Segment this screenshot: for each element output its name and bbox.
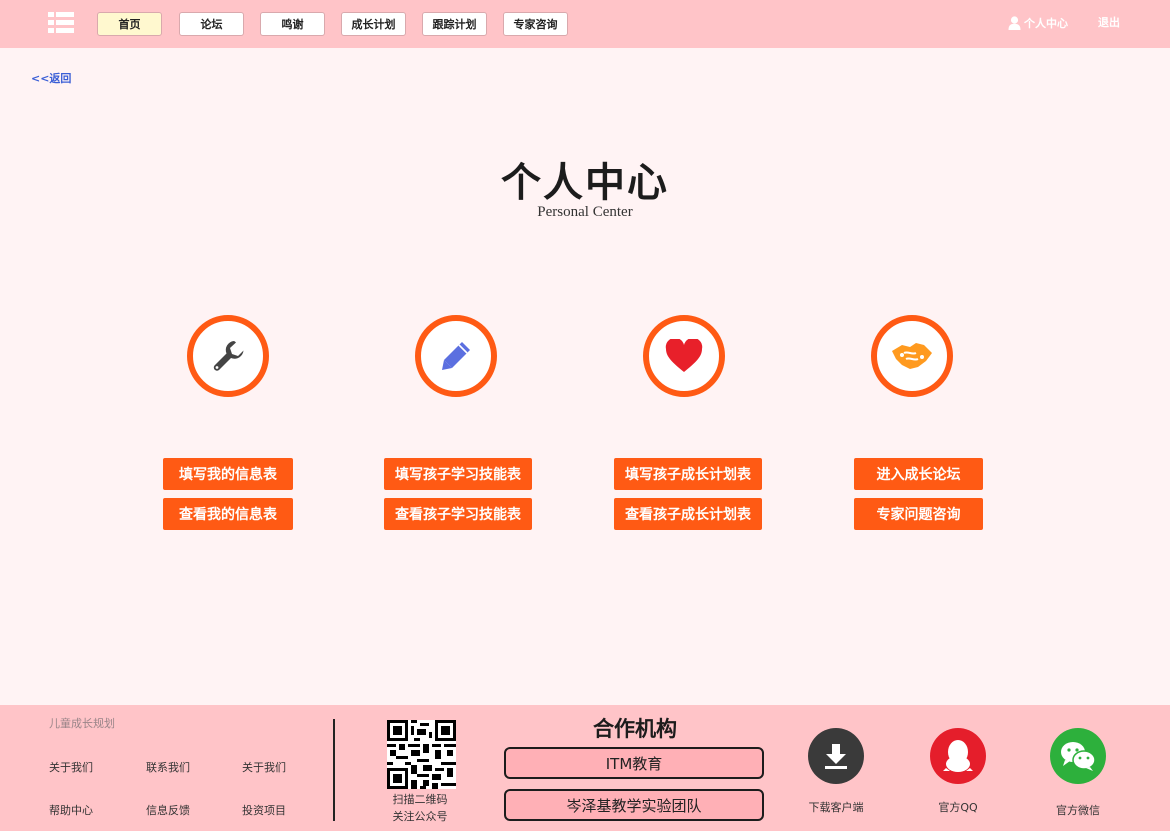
heart-icon xyxy=(665,339,703,372)
download-client-icon[interactable] xyxy=(808,728,864,784)
qr-code-icon xyxy=(387,720,456,789)
view-child-growth-plan-button[interactable]: 查看孩子成长计划表 xyxy=(614,498,762,530)
official-wechat-label[interactable]: 官方微信 xyxy=(1028,802,1128,818)
page-subtitle: Personal Center xyxy=(537,204,633,220)
forum-feature-circle xyxy=(871,315,953,397)
profile-feature-circle xyxy=(187,315,269,397)
fill-my-info-button[interactable]: 填写我的信息表 xyxy=(163,458,293,490)
footer-link-help[interactable]: 帮助中心 xyxy=(49,802,93,818)
download-client-label[interactable]: 下载客户端 xyxy=(786,799,886,815)
wrench-icon xyxy=(213,341,244,371)
user-center-link[interactable]: 个人中心 xyxy=(1008,14,1068,32)
nav-thanks[interactable]: 鸣谢 xyxy=(260,12,325,36)
growth-plan-feature-circle xyxy=(643,315,725,397)
official-qq-icon[interactable] xyxy=(930,728,986,784)
user-icon xyxy=(1008,16,1021,30)
nav-growth-plan[interactable]: 成长计划 xyxy=(341,12,406,36)
top-bar: 首页 论坛 鸣谢 成长计划 跟踪计划 专家咨询 个人中心 退出 xyxy=(0,0,1170,48)
view-my-info-button[interactable]: 查看我的信息表 xyxy=(163,498,293,530)
back-link[interactable]: <<返回 xyxy=(31,70,71,86)
page-title: 个人中心 xyxy=(501,160,669,206)
logout-link[interactable]: 退出 xyxy=(1098,14,1120,32)
footer-link-about[interactable]: 关于我们 xyxy=(49,759,93,775)
footer-link-feedback[interactable]: 信息反馈 xyxy=(146,802,190,818)
qr-caption-scan: 扫描二维码 xyxy=(392,793,448,806)
menu-icon[interactable] xyxy=(48,12,74,34)
partners-title: 合作机构 xyxy=(593,717,677,741)
nav-forum[interactable]: 论坛 xyxy=(179,12,244,36)
pencil-icon xyxy=(442,342,470,370)
view-child-skills-button[interactable]: 查看孩子学习技能表 xyxy=(384,498,532,530)
fill-child-growth-plan-button[interactable]: 填写孩子成长计划表 xyxy=(614,458,762,490)
footer-link-about-2[interactable]: 关于我们 xyxy=(242,759,286,775)
fill-child-skills-button[interactable]: 填写孩子学习技能表 xyxy=(384,458,532,490)
partner-itm[interactable]: ITM教育 xyxy=(504,747,764,779)
nav-home[interactable]: 首页 xyxy=(97,12,162,36)
nav-tracking-plan[interactable]: 跟踪计划 xyxy=(422,12,487,36)
official-wechat-icon[interactable] xyxy=(1050,728,1106,784)
qq-penguin-icon xyxy=(943,740,973,772)
footer-link-contact[interactable]: 联系我们 xyxy=(146,759,190,775)
enter-forum-button[interactable]: 进入成长论坛 xyxy=(854,458,983,490)
download-icon xyxy=(825,744,847,769)
user-center-label: 个人中心 xyxy=(1024,17,1068,30)
partner-lab-team[interactable]: 岑泽基教学实验团队 xyxy=(504,789,764,821)
qr-caption-follow: 关注公众号 xyxy=(392,810,448,823)
footer-link-invest[interactable]: 投资项目 xyxy=(242,802,286,818)
nav-expert-consult[interactable]: 专家咨询 xyxy=(503,12,568,36)
footer: 儿童成长规划 关于我们 联系我们 关于我们 帮助中心 信息反馈 投资项目 扫描二… xyxy=(0,705,1170,831)
expert-question-button[interactable]: 专家问题咨询 xyxy=(854,498,983,530)
official-qq-label[interactable]: 官方QQ xyxy=(908,799,1008,815)
handshake-icon xyxy=(892,343,932,369)
footer-brand: 儿童成长规划 xyxy=(49,717,115,730)
skills-feature-circle xyxy=(415,315,497,397)
wechat-icon xyxy=(1061,742,1096,771)
footer-divider xyxy=(333,719,335,821)
